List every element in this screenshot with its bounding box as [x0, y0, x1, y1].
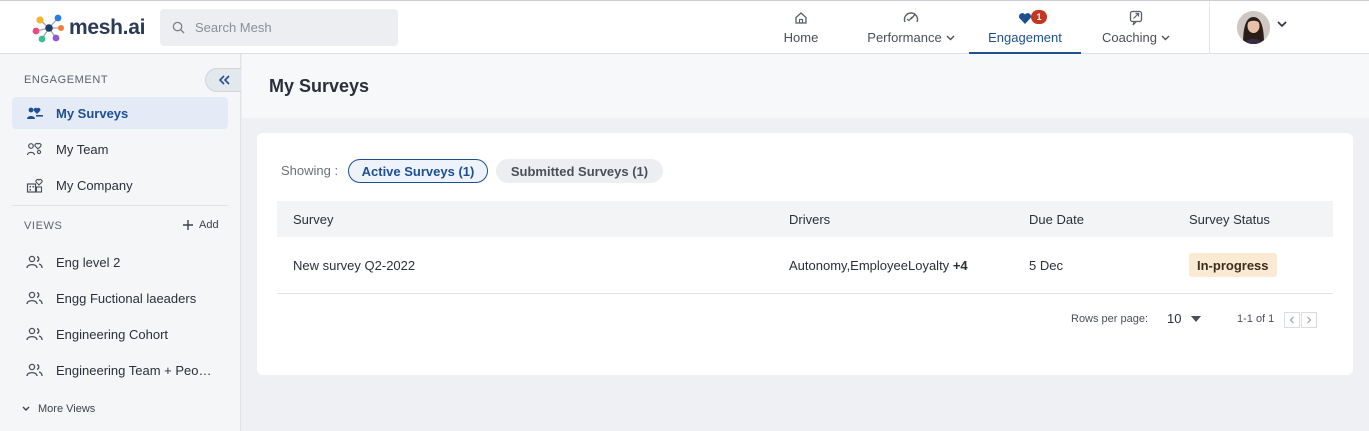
- people-icon: [26, 363, 43, 377]
- chevron-right-icon: [1307, 316, 1312, 324]
- engagement-icon: [1018, 12, 1032, 24]
- sidebar-view-item[interactable]: Engg Fuctional laeaders: [12, 282, 228, 314]
- page-title: My Surveys: [269, 76, 370, 96]
- add-view-button[interactable]: Add: [183, 219, 219, 231]
- performance-icon: [903, 12, 919, 23]
- people-icon: [26, 291, 43, 305]
- drivers-more-count[interactable]: +4: [953, 258, 968, 273]
- sidebar-view-label: Eng level 2: [56, 254, 121, 270]
- sidebar-divider: [12, 205, 228, 206]
- sidebar-item-my-company[interactable]: My Company: [12, 169, 228, 201]
- sidebar-view-item[interactable]: Engineering Cohort: [12, 318, 228, 350]
- plus-icon: [183, 220, 193, 230]
- sidebar-item-label: My Surveys: [56, 105, 129, 121]
- rows-per-page-value: 10: [1167, 311, 1182, 326]
- coaching-icon: [1129, 10, 1143, 26]
- nav-home[interactable]: Home: [772, 1, 830, 54]
- page-header: My Surveys: [242, 54, 1369, 118]
- more-views-button[interactable]: More Views: [22, 403, 95, 415]
- sidebar-view-item[interactable]: Engineering Team + Peo…: [12, 354, 228, 386]
- status-badge: In-progress: [1189, 253, 1277, 277]
- chevron-left-icon: [1289, 316, 1294, 324]
- surveys-card: Showing : Active Surveys (1) Submitted S…: [257, 133, 1353, 375]
- sidebar-item-label: My Company: [56, 177, 133, 193]
- active-surveys-tab[interactable]: Active Surveys (1): [348, 159, 488, 183]
- top-bar: mesh.ai Home Performance: [0, 0, 1369, 54]
- prev-page-button[interactable]: [1284, 312, 1300, 328]
- survey-drivers: Autonomy,EmployeeLoyalty +4: [789, 258, 968, 273]
- submitted-surveys-tab[interactable]: Submitted Surveys (1): [496, 159, 663, 183]
- nav-performance[interactable]: Performance: [863, 1, 959, 54]
- chevrons-left-icon: [218, 75, 230, 85]
- collapse-sidebar-button[interactable]: [205, 68, 241, 92]
- brand-logo[interactable]: mesh.ai: [30, 11, 145, 45]
- column-header-survey[interactable]: Survey: [293, 212, 333, 227]
- mesh-logo-icon: [32, 14, 64, 43]
- company-icon: [26, 178, 43, 193]
- home-icon: [795, 12, 807, 24]
- chevron-down-icon: [946, 35, 955, 40]
- survey-due-date: 5 Dec: [1029, 258, 1063, 273]
- column-header-due-date[interactable]: Due Date: [1029, 212, 1084, 227]
- pagination-range: 1-1 of 1: [1237, 313, 1275, 325]
- sidebar-item-label: My Team: [56, 141, 109, 157]
- nav-performance-label: Performance: [867, 30, 942, 45]
- chevron-down-icon: [1161, 35, 1170, 40]
- sidebar-view-label: Engineering Team + Peo…: [56, 362, 212, 378]
- more-views-label: More Views: [38, 403, 96, 415]
- sidebar-item-my-team[interactable]: My Team: [12, 133, 228, 165]
- search-icon: [172, 21, 185, 34]
- nav-engagement-label: Engagement: [988, 30, 1062, 45]
- people-icon: [26, 327, 43, 341]
- caret-down-icon: [1191, 315, 1202, 322]
- column-header-drivers[interactable]: Drivers: [789, 212, 830, 227]
- sidebar-item-my-surveys[interactable]: My Surveys: [12, 97, 228, 129]
- avatar[interactable]: [1237, 11, 1270, 44]
- table-header: Survey Drivers Due Date Survey Status: [277, 201, 1333, 237]
- team-icon: [26, 142, 42, 156]
- user-avatar-icon: [1237, 11, 1270, 44]
- nav-divider: [1209, 1, 1210, 54]
- search-box[interactable]: [160, 9, 398, 46]
- rows-per-page-label: Rows per page:: [1071, 313, 1149, 325]
- nav-coaching[interactable]: Coaching: [1097, 1, 1175, 54]
- views-section-title: VIEWS: [24, 220, 63, 232]
- sidebar-view-label: Engineering Cohort: [56, 326, 169, 342]
- brand-name: mesh.ai: [69, 16, 146, 39]
- drivers-list: Autonomy,EmployeeLoyalty: [789, 258, 950, 273]
- chevron-down-icon: [22, 406, 30, 411]
- surveys-icon: [27, 107, 43, 119]
- nav-engagement[interactable]: 1 Engagement: [969, 1, 1081, 54]
- nav-coaching-label: Coaching: [1102, 30, 1157, 45]
- table-row[interactable]: New survey Q2-2022 Autonomy,EmployeeLoya…: [277, 237, 1333, 294]
- people-icon: [26, 255, 43, 269]
- next-page-button[interactable]: [1301, 312, 1317, 328]
- sidebar-view-label: Engg Fuctional laeaders: [56, 290, 197, 306]
- sidebar: ENGAGEMENT My Surveys My Team My Company…: [0, 54, 241, 431]
- survey-name[interactable]: New survey Q2-2022: [293, 258, 415, 273]
- showing-label: Showing :: [281, 163, 339, 178]
- add-view-label: Add: [199, 219, 219, 231]
- sidebar-section-title: ENGAGEMENT: [24, 74, 109, 86]
- column-header-status[interactable]: Survey Status: [1189, 212, 1270, 227]
- nav-home-label: Home: [783, 30, 819, 45]
- chevron-down-icon[interactable]: [1277, 21, 1287, 28]
- search-input[interactable]: [195, 20, 385, 35]
- rows-per-page-select[interactable]: 10: [1167, 311, 1202, 326]
- notification-badge: 1: [1031, 10, 1047, 24]
- sidebar-view-item[interactable]: Eng level 2: [12, 246, 228, 278]
